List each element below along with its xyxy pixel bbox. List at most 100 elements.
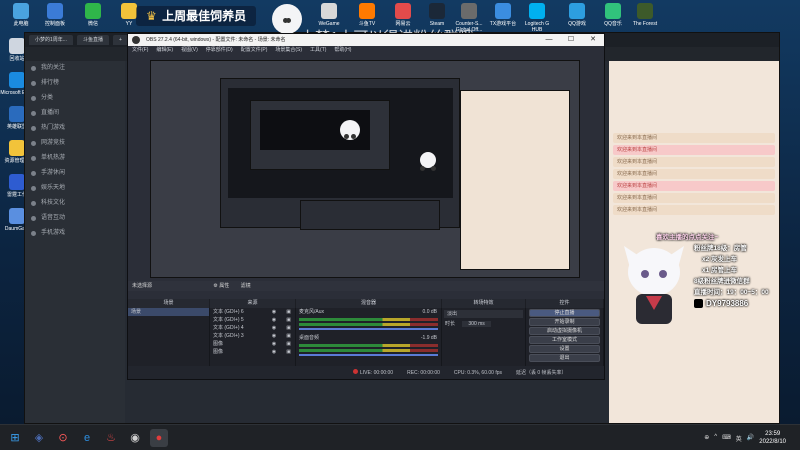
sidebar-item[interactable]: 语音互动 xyxy=(25,211,125,226)
volume-slider[interactable] xyxy=(299,354,438,356)
menu-item[interactable]: 工具(T) xyxy=(310,46,326,55)
desktop-shortcut[interactable]: TX游戏平台 xyxy=(486,3,520,27)
sidebar-item[interactable]: 热门游戏 xyxy=(25,121,125,136)
taskbar-app-icon[interactable]: ⊙ xyxy=(54,429,72,447)
app-icon xyxy=(9,208,25,224)
live-dot-icon xyxy=(353,369,358,374)
taskbar-app-icon[interactable]: ◈ xyxy=(30,429,48,447)
source-item[interactable]: 图像 ▣ ◉ xyxy=(210,340,295,348)
desktop-shortcut[interactable]: WeGame xyxy=(312,3,346,27)
tray-icon[interactable]: ⊕ xyxy=(704,434,709,443)
source-item[interactable]: 文本 (GDI+) 4 ▣ ◉ xyxy=(210,324,295,332)
sidebar-item[interactable]: 单机热游 xyxy=(25,151,125,166)
properties-button[interactable]: ⚙ 属性 xyxy=(213,283,229,289)
visibility-eye-icon[interactable]: ◉ xyxy=(272,316,276,324)
crown-icon: ♛ xyxy=(146,9,157,23)
taskbar-clock[interactable]: 23:59 2022/8/10 xyxy=(759,430,786,446)
overlay-fan-badge: 粉丝牌18级：房管 xyxy=(694,245,747,252)
scene-item[interactable]: 场景 xyxy=(128,308,209,316)
source-item[interactable]: 文本 (GDI+) 5 ▣ ◉ xyxy=(210,316,295,324)
desktop-shortcut[interactable]: Logitech G HUB xyxy=(520,3,554,33)
visibility-eye-icon[interactable]: ◉ xyxy=(272,340,276,348)
sidebar-item[interactable]: 分类 xyxy=(25,91,125,106)
visibility-eye-icon[interactable]: ◉ xyxy=(272,324,276,332)
lock-icon[interactable]: ▣ xyxy=(286,308,291,316)
controls-dock: 停止直播 开始录制 启动虚拟摄像机 工作室模式 设置 退出 xyxy=(526,308,604,366)
taskbar-app-icon[interactable]: ● xyxy=(150,428,168,447)
browser-tab[interactable]: 斗鱼直播 xyxy=(76,35,109,45)
control-button[interactable]: 退出 xyxy=(529,354,600,362)
desktop-shortcut[interactable]: QQ游戏 xyxy=(560,3,594,27)
lock-icon[interactable]: ▣ xyxy=(286,332,291,340)
tray-icon[interactable]: 🔊 xyxy=(747,434,754,443)
control-button[interactable]: 开始录制 xyxy=(529,318,600,326)
new-tab-button[interactable]: + xyxy=(112,35,128,45)
lock-icon[interactable]: ▣ xyxy=(286,340,291,348)
tray-icon[interactable]: ^ xyxy=(714,434,717,443)
browser-tab[interactable]: 小梦的1周年... xyxy=(29,35,73,45)
mixer-channel-name: 桌面音频 -1.9 dB xyxy=(296,334,441,342)
control-button[interactable]: 启动虚拟摄像机 xyxy=(529,327,600,335)
visibility-eye-icon[interactable]: ◉ xyxy=(272,308,276,316)
menu-item[interactable]: 配置文件(P) xyxy=(241,46,268,55)
channel-db: 0.0 dB xyxy=(422,309,437,315)
control-button[interactable]: 工作室模式 xyxy=(529,336,600,344)
taskbar: ⊞ ◈ ⊙ e ♨ ◉ ● ⊕ ^ ⌨ 英 🔊 23:59 2022/8/10 xyxy=(0,424,800,450)
menu-item[interactable]: 编辑(E) xyxy=(156,46,173,55)
filters-button[interactable]: 滤镜 xyxy=(241,283,251,289)
taskbar-app-icon[interactable]: ⊞ xyxy=(6,429,24,447)
menu-item[interactable]: 停靠部件(D) xyxy=(206,46,233,55)
control-button[interactable]: 停止直播 xyxy=(529,309,600,317)
sidebar-item[interactable]: 手机游戏 xyxy=(25,226,125,241)
sidebar-item[interactable]: 排行榜 xyxy=(25,76,125,91)
lock-icon[interactable]: ▣ xyxy=(286,316,291,324)
tray-icon[interactable]: 英 xyxy=(736,434,742,443)
taskbar-app-icon[interactable]: ♨ xyxy=(102,429,120,447)
duration-input[interactable]: 300 ms xyxy=(462,321,491,327)
desktop-shortcut[interactable]: 斗鱼TV xyxy=(350,3,384,27)
menu-item[interactable]: 视图(V) xyxy=(181,46,198,55)
taskbar-app-icon[interactable]: e xyxy=(78,429,96,447)
transition-select[interactable]: 淡出 xyxy=(444,310,523,318)
cat-sticker-icon xyxy=(272,4,302,34)
desktop-shortcut[interactable]: Steam xyxy=(420,3,454,27)
desktop-shortcut[interactable]: 网易云 xyxy=(386,3,420,27)
obs-preview[interactable] xyxy=(150,60,580,278)
desktop-shortcut[interactable]: The Forest xyxy=(628,3,662,27)
tray-icon[interactable]: ⌨ xyxy=(722,434,731,443)
sidebar-item[interactable]: 网游竞技 xyxy=(25,136,125,151)
chat-message: 欢迎来到本直播间 xyxy=(613,133,775,143)
source-item[interactable]: 文本 (GDI+) 3 ▣ ◉ xyxy=(210,332,295,340)
minimize-button[interactable]: — xyxy=(538,34,560,46)
close-button[interactable]: ✕ xyxy=(582,34,604,46)
source-name: 文本 (GDI+) 3 xyxy=(213,333,244,339)
obs-statusbar: LIVE: 00:00:00 REC: 00:00:00 CPU: 0.3%, … xyxy=(128,366,604,379)
overlay-boarding-2: x1 房管上车 xyxy=(702,267,738,274)
volume-slider[interactable] xyxy=(299,328,438,330)
app-icon xyxy=(9,140,25,156)
menu-item[interactable]: 帮助(H) xyxy=(334,46,351,55)
sidebar-item[interactable]: 直播间 xyxy=(25,106,125,121)
control-button[interactable]: 设置 xyxy=(529,345,600,353)
obs-titlebar[interactable]: OBS 27.2.4 (64-bit, windows) - 配置文件: 未命名… xyxy=(128,34,604,46)
taskbar-app-icon[interactable]: ◉ xyxy=(126,429,144,447)
source-item[interactable]: 图像 ▣ ◉ xyxy=(210,348,295,356)
desktop-shortcut[interactable]: 控制面板 xyxy=(38,3,72,27)
desktop-shortcut-label: 微信 xyxy=(87,21,98,27)
sidebar-item[interactable]: 娱乐天地 xyxy=(25,181,125,196)
source-item[interactable]: 文本 (GDI+) 6 ▣ ◉ xyxy=(210,308,295,316)
maximize-button[interactable]: ☐ xyxy=(560,34,582,46)
sidebar-item[interactable]: 手游休闲 xyxy=(25,166,125,181)
sidebar-item[interactable]: 我的关注 xyxy=(25,61,125,76)
menu-item[interactable]: 文件(F) xyxy=(132,46,148,55)
menu-item[interactable]: 场景集合(S) xyxy=(275,46,302,55)
desktop-shortcut[interactable]: 此电脑 xyxy=(4,3,38,27)
desktop-shortcut[interactable]: 微信 xyxy=(76,3,110,27)
cat-sticker-icon xyxy=(340,120,360,140)
sidebar-item[interactable]: 科技文化 xyxy=(25,196,125,211)
visibility-eye-icon[interactable]: ◉ xyxy=(272,348,276,356)
lock-icon[interactable]: ▣ xyxy=(286,324,291,332)
desktop-shortcut[interactable]: QQ音乐 xyxy=(596,3,630,27)
lock-icon[interactable]: ▣ xyxy=(286,348,291,356)
visibility-eye-icon[interactable]: ◉ xyxy=(272,332,276,340)
